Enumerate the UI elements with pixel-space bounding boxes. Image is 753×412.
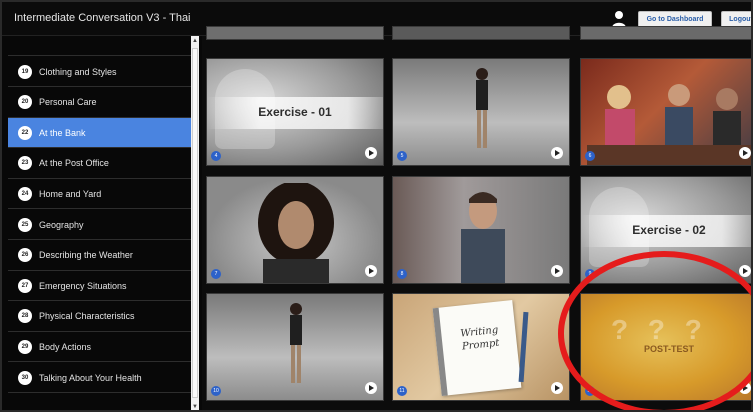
lesson-sidebar: 19 Clothing and Styles 20 Personal Care 22 At… xyxy=(2,36,202,410)
activity-number-badge: 4 xyxy=(211,151,221,161)
sidebar-item[interactable]: 22 At the Bank xyxy=(8,118,192,149)
sidebar-item[interactable]: 27 Emergency Situations xyxy=(8,271,192,302)
activity-number-badge: 10 xyxy=(211,386,221,396)
writing-prompt-text: Writing Prompt xyxy=(459,324,500,353)
activity-number-badge: 8 xyxy=(397,269,407,279)
play-icon[interactable] xyxy=(551,265,563,277)
lesson-number-badge: 30 xyxy=(18,370,32,385)
sidebar-item[interactable]: 28 Physical Characteristics xyxy=(8,302,192,332)
meeting-scene xyxy=(587,69,751,165)
play-icon[interactable] xyxy=(739,265,751,277)
sidebar-item-label: Emergency Situations xyxy=(39,280,127,291)
activity-tile-partial[interactable] xyxy=(392,26,570,40)
lesson-number-badge: 25 xyxy=(18,217,32,232)
activity-number-badge: 5 xyxy=(397,151,407,161)
sidebar-item-label: Clothing and Styles xyxy=(39,66,117,77)
exercise-title: Exercise - 02 xyxy=(632,223,706,237)
app-title: Intermediate Conversation V3 - Thai xyxy=(14,12,191,24)
highlight-circle xyxy=(558,251,751,410)
activity-tile-partial[interactable] xyxy=(580,26,751,40)
sidebar-item-label: At the Bank xyxy=(39,127,86,138)
activity-tile[interactable]: Exercise - 01 4 xyxy=(206,58,384,166)
person-closeup xyxy=(443,185,523,283)
sidebar-item-label: Geography xyxy=(39,219,84,230)
sidebar-item[interactable]: 29 Body Actions xyxy=(8,332,192,363)
sidebar-item-label: Describing the Weather xyxy=(39,250,133,261)
activity-tile[interactable]: 5 xyxy=(392,58,570,166)
activity-tile[interactable]: 10 xyxy=(206,293,384,401)
play-icon[interactable] xyxy=(551,382,563,394)
person-closeup xyxy=(251,181,341,283)
lesson-number-badge: 27 xyxy=(18,278,32,293)
pencil-icon xyxy=(518,311,529,383)
sidebar-item-label: Home and Yard xyxy=(39,188,102,199)
sidebar-item-label: Talking About Your Health xyxy=(39,372,142,383)
scroll-down-icon[interactable]: ▼ xyxy=(192,404,198,410)
play-icon[interactable] xyxy=(365,147,377,159)
lesson-number-badge: 28 xyxy=(18,309,32,324)
activity-number-badge: 7 xyxy=(211,269,221,279)
sidebar-item[interactable]: 23 At the Post Office xyxy=(8,149,192,179)
sidebar-item-label: At the Post Office xyxy=(39,158,109,169)
activity-tile[interactable]: 7 xyxy=(206,176,384,284)
lesson-number-badge: 22 xyxy=(18,125,32,140)
activity-tile[interactable]: Writing Prompt 11 xyxy=(392,293,570,401)
play-icon[interactable] xyxy=(365,382,377,394)
notepad: Writing Prompt xyxy=(432,300,522,396)
sidebar-item[interactable]: 30 Talking About Your Health xyxy=(8,363,192,393)
sidebar-item[interactable]: 26 Describing the Weather xyxy=(8,241,192,271)
sidebar-item-partial[interactable] xyxy=(8,26,192,56)
sidebar-item[interactable]: 24 Home and Yard xyxy=(8,179,192,210)
play-icon[interactable] xyxy=(739,147,751,159)
sidebar-item-label: Physical Characteristics xyxy=(39,311,135,322)
lesson-number-badge: 29 xyxy=(18,339,32,354)
lesson-number-badge: 20 xyxy=(18,95,32,110)
lesson-number-badge: 23 xyxy=(18,156,32,171)
lesson-number-badge: 19 xyxy=(18,64,32,79)
sidebar-scrollbar[interactable]: ▲ ▼ xyxy=(191,36,199,410)
exercise-title: Exercise - 01 xyxy=(258,105,332,119)
scroll-thumb[interactable] xyxy=(192,48,198,398)
sidebar-item[interactable]: 25 Geography xyxy=(8,210,192,240)
sidebar-item-label: Body Actions xyxy=(39,341,92,352)
person-figure xyxy=(473,67,491,153)
activity-number-badge: 6 xyxy=(585,151,595,161)
play-icon[interactable] xyxy=(365,265,377,277)
sidebar-item[interactable]: 20 Personal Care xyxy=(8,88,192,118)
lesson-list: 19 Clothing and Styles 20 Personal Care 22 At… xyxy=(8,36,192,410)
activity-tile[interactable]: 6 xyxy=(580,58,751,166)
activity-tile-partial[interactable] xyxy=(206,26,384,40)
lesson-number-badge: 24 xyxy=(18,186,32,201)
app-window: Intermediate Conversation V3 - Thai Go t… xyxy=(0,0,753,412)
play-icon[interactable] xyxy=(551,147,563,159)
scroll-up-icon[interactable]: ▲ xyxy=(192,38,198,44)
lesson-number-badge: 26 xyxy=(18,248,32,263)
activity-tile[interactable]: 8 xyxy=(392,176,570,284)
person-figure xyxy=(287,302,305,388)
sidebar-item-label: Personal Care xyxy=(39,97,97,108)
sidebar-item[interactable]: 19 Clothing and Styles xyxy=(8,57,192,87)
activity-number-badge: 11 xyxy=(397,386,407,396)
